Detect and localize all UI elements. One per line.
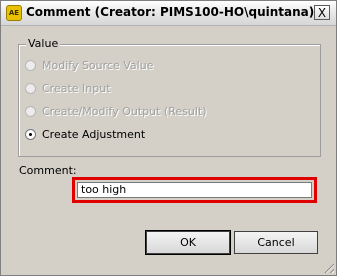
radio-label: Create Adjustment [42,127,146,141]
radio-create-modify-output[interactable]: Create/Modify Output (Result) [25,103,206,119]
radio-modify-source-value[interactable]: Modify Source Value [25,57,153,73]
title-bar[interactable]: AE Comment (Creator: PIMS100-HO\quintana… [1,1,336,26]
close-button[interactable]: X [314,5,330,20]
comment-input[interactable]: too high [77,182,312,198]
ok-button[interactable]: OK [146,231,230,254]
radio-label: Create/Modify Output (Result) [42,104,207,118]
value-group-label: Value [26,37,61,50]
comment-label: Comment: [19,164,77,177]
radio-icon [25,59,36,71]
radio-selected-icon [25,128,36,140]
radio-label: Modify Source Value [42,58,154,72]
resize-grip-icon[interactable] [322,261,334,273]
radio-icon [25,105,36,117]
comment-dialog: AE Comment (Creator: PIMS100-HO\quintana… [0,0,337,276]
cancel-button[interactable]: Cancel [234,231,318,254]
radio-icon [25,82,36,94]
radio-create-adjustment[interactable]: Create Adjustment [25,126,145,142]
radio-create-input[interactable]: Create Input [25,80,111,96]
radio-label: Create Input [42,81,111,95]
window-title: Comment (Creator: PIMS100-HO\quintana) [26,5,315,19]
app-icon: AE [6,5,22,21]
